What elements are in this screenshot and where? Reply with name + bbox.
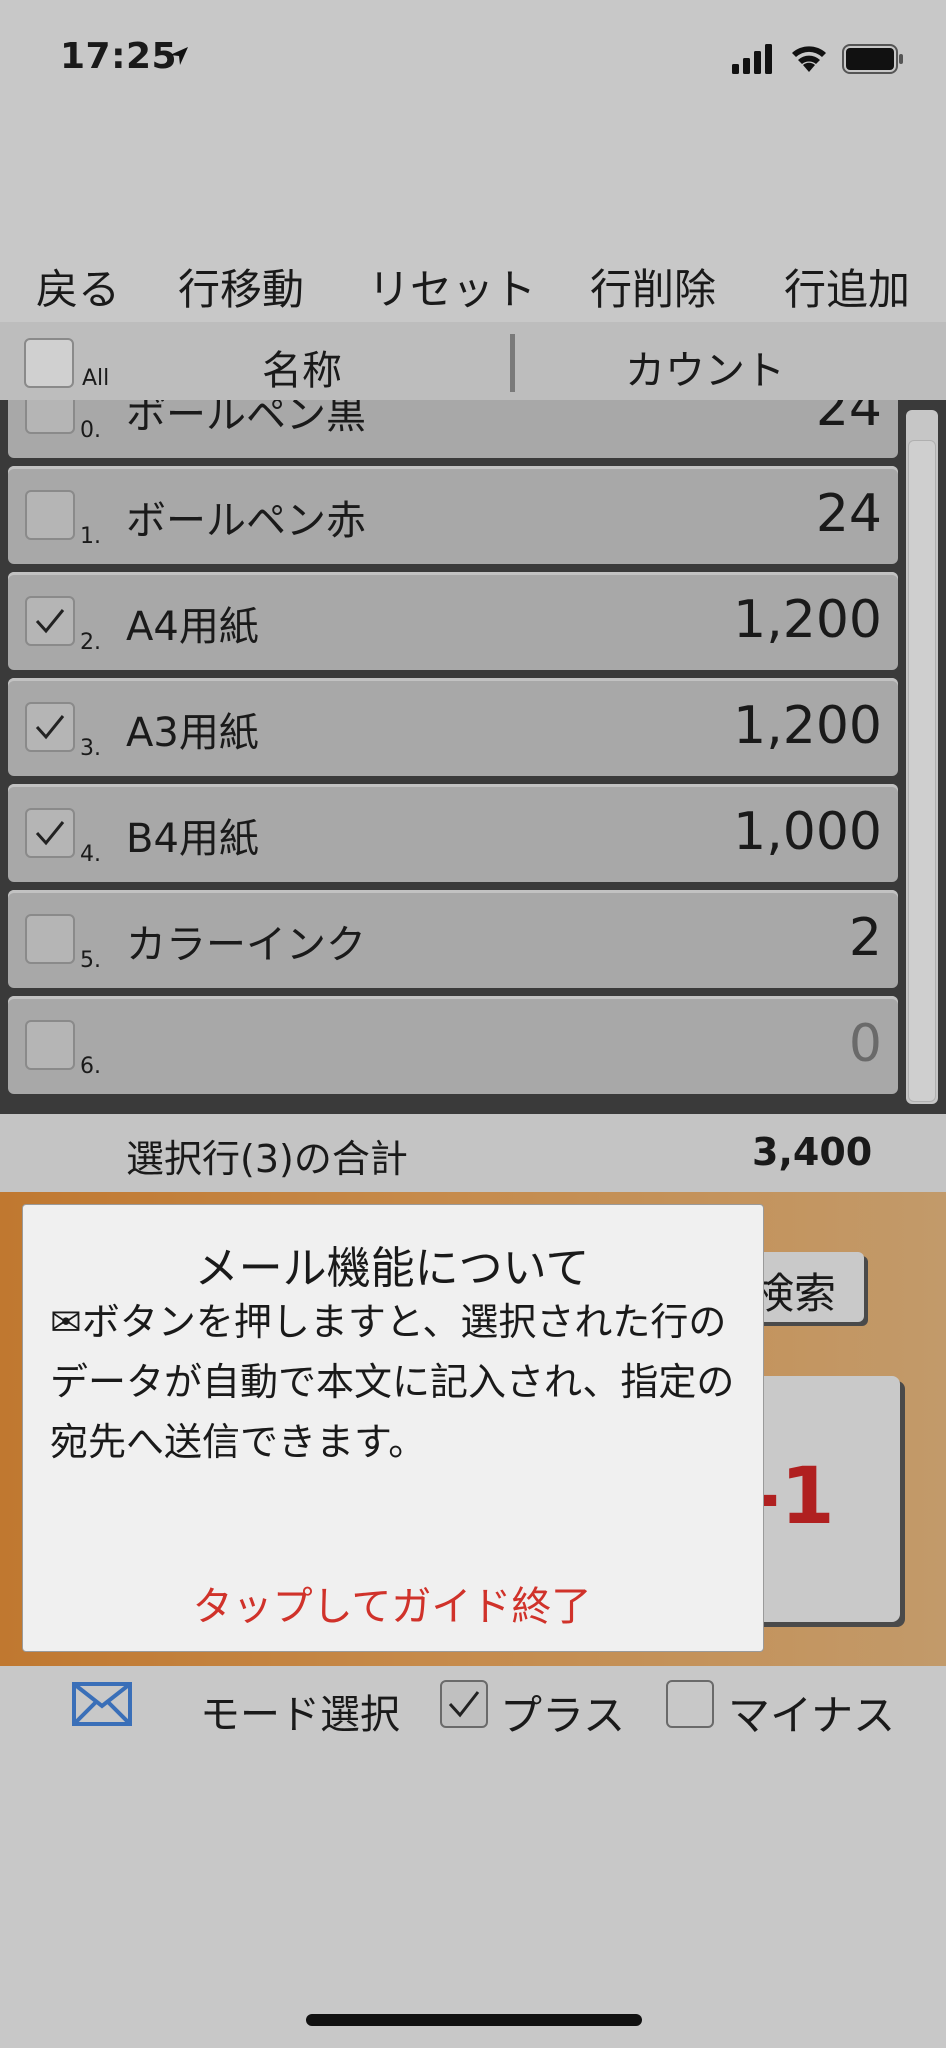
- row-checkbox[interactable]: [25, 702, 75, 752]
- popup-title: メール機能について: [194, 1243, 590, 1294]
- list-item[interactable]: 1. ボールペン赤 24: [8, 466, 898, 564]
- checkmark-icon: [448, 1691, 480, 1718]
- row-name: ボールペン黒: [126, 400, 366, 438]
- item-list[interactable]: 0. ボールペン黒 24 1. ボールペン赤 24 2. A4用紙 1,200 …: [0, 400, 946, 1114]
- list-header: [0, 322, 946, 400]
- row-checkbox[interactable]: [25, 400, 75, 434]
- row-name: A3用紙: [126, 710, 259, 756]
- list-item[interactable]: 4. B4用紙 1,000: [8, 784, 898, 882]
- plus-mode-checkbox[interactable]: [440, 1680, 488, 1728]
- home-indicator[interactable]: [306, 2014, 642, 2026]
- list-item[interactable]: 2. A4用紙 1,200: [8, 572, 898, 670]
- total-value: 3,400: [752, 1130, 873, 1174]
- row-name: カラーインク: [126, 922, 366, 968]
- status-time: 17:25: [60, 36, 178, 77]
- row-count: 1,200: [733, 696, 882, 756]
- mail-icon[interactable]: [72, 1682, 132, 1730]
- minus-mode-label[interactable]: マイナス: [728, 1682, 895, 1743]
- minus-mode-checkbox[interactable]: [666, 1680, 714, 1728]
- row-count: 2: [848, 908, 882, 968]
- move-row-button[interactable]: 行移動: [178, 256, 304, 317]
- row-index: 6.: [80, 1054, 101, 1079]
- reset-button[interactable]: リセット: [368, 256, 536, 317]
- location-arrow-icon: [168, 45, 190, 71]
- checkmark-icon: [35, 715, 65, 740]
- row-index: 0.: [80, 418, 101, 443]
- row-checkbox[interactable]: [25, 490, 75, 540]
- row-index: 4.: [80, 842, 101, 867]
- mode-select-label: モード選択: [200, 1692, 400, 1738]
- row-count: 24: [815, 484, 882, 544]
- row-count: 1,200: [733, 590, 882, 650]
- list-item[interactable]: 0. ボールペン黒 24: [8, 400, 898, 458]
- name-column-header: 名称: [262, 348, 342, 394]
- row-name: B4用紙: [126, 816, 259, 862]
- row-name: ボールペン赤: [126, 498, 366, 544]
- row-checkbox[interactable]: [25, 1020, 75, 1070]
- checkmark-icon: [35, 609, 65, 634]
- list-item[interactable]: 6. 0: [8, 996, 898, 1094]
- checkmark-icon: [35, 821, 65, 846]
- cellular-signal-icon: [732, 44, 776, 78]
- close-guide-button[interactable]: タップしてガイド終了: [22, 1574, 762, 1632]
- row-count: 24: [815, 400, 882, 438]
- battery-icon: [842, 44, 904, 78]
- back-button[interactable]: 戻る: [36, 256, 120, 317]
- row-index: 2.: [80, 630, 101, 655]
- plus-mode-label[interactable]: プラス: [500, 1682, 625, 1743]
- wifi-icon: [788, 40, 830, 78]
- total-label: 選択行(3)の合計: [126, 1137, 408, 1181]
- row-checkbox[interactable]: [25, 914, 75, 964]
- search-button-label: 検索: [752, 1269, 837, 1318]
- row-count: 1,000: [733, 802, 882, 862]
- row-index: 5.: [80, 948, 101, 973]
- delete-row-button[interactable]: 行削除: [590, 256, 716, 317]
- list-item[interactable]: 3. A3用紙 1,200: [8, 678, 898, 776]
- row-index: 3.: [80, 736, 101, 761]
- add-row-button[interactable]: 行追加: [784, 256, 910, 317]
- header-divider: [510, 334, 515, 392]
- row-index: 1.: [80, 524, 101, 549]
- row-checkbox[interactable]: [25, 808, 75, 858]
- scrollbar-thumb[interactable]: [908, 440, 936, 1102]
- popup-body: ✉ボタンを押しますと、選択された行のデータが自動で本文に記入され、指定の宛先へ送…: [50, 1300, 735, 1464]
- count-column-header: カウント: [625, 348, 785, 394]
- row-count: 0: [848, 1014, 882, 1074]
- row-name: A4用紙: [126, 604, 259, 650]
- list-item[interactable]: 5. カラーインク 2: [8, 890, 898, 988]
- row-checkbox[interactable]: [25, 596, 75, 646]
- select-all-checkbox[interactable]: [24, 338, 74, 388]
- select-all-label: All: [82, 366, 110, 391]
